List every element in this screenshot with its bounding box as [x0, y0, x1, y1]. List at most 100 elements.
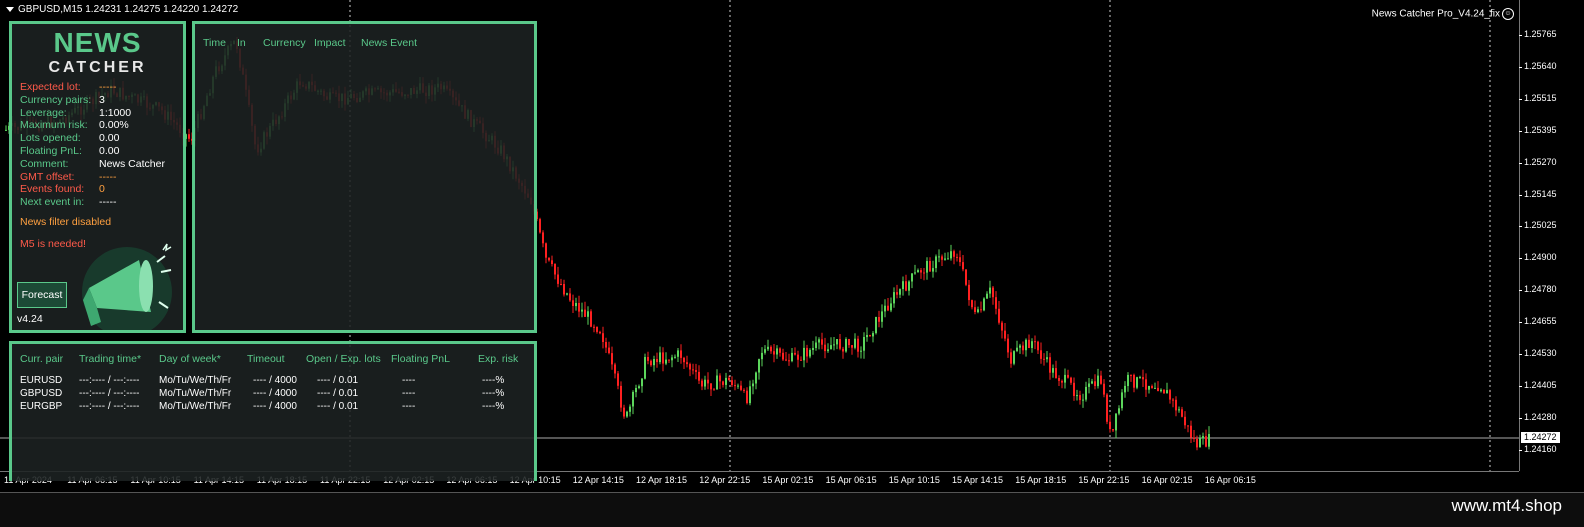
candle-body [1166, 390, 1168, 394]
pairs-cell: GBPUSD [20, 388, 63, 399]
candle-body [1169, 390, 1171, 400]
candle-body [938, 256, 940, 258]
candle-body [749, 386, 751, 404]
candle-body [965, 269, 967, 285]
candle-body [1181, 409, 1183, 417]
candle-body [929, 261, 931, 272]
candle-body [695, 370, 697, 372]
status-row-label: GMT offset: [20, 170, 75, 183]
candle-body [593, 326, 595, 328]
candle-body [839, 339, 841, 349]
price-tick-label: 1.24780 [1519, 284, 1557, 295]
status-row-value: 0.00 [99, 132, 120, 145]
candle-body [743, 389, 745, 391]
dropdown-triangle-icon[interactable] [6, 6, 14, 12]
candle-body [875, 317, 877, 334]
status-row-value: 0.00% [99, 119, 129, 132]
symbol-quote-text: GBPUSD,M15 1.24231 1.24275 1.24220 1.242… [18, 4, 239, 15]
status-row-value: 1:1000 [99, 106, 132, 119]
candle-body [956, 256, 958, 258]
candle-body [581, 309, 583, 312]
time-tick-label: 15 Apr 18:15 [1015, 475, 1067, 485]
candle-body [863, 337, 865, 351]
candle-body [911, 273, 913, 282]
status-row-label: Leverage: [20, 106, 67, 119]
version-label: v4.24 [17, 313, 43, 325]
status-row-label: Next event in: [20, 196, 85, 209]
status-row-label: Maximum risk: [20, 119, 88, 132]
candle-body [998, 308, 1000, 323]
candle-body [188, 134, 190, 139]
candle-body [1196, 439, 1198, 448]
price-tick-label: 1.24280 [1519, 411, 1557, 422]
candle-body [1091, 381, 1093, 384]
candle-body [1172, 399, 1174, 401]
candle-body [632, 392, 634, 407]
candle-body [1133, 374, 1135, 388]
status-row-value: ----- [99, 170, 117, 183]
candle-body [1118, 408, 1120, 414]
time-tick-label: 12 Apr 18:15 [636, 475, 688, 485]
candle-body [887, 305, 889, 311]
candle-body [692, 369, 694, 371]
candle-body [1058, 378, 1060, 381]
candle-body [782, 352, 784, 360]
candle-body [680, 350, 682, 358]
candle-body [1154, 387, 1156, 389]
logo-news-text: NEWS [53, 27, 142, 58]
candle-body [704, 379, 706, 387]
price-axis[interactable]: 1.25765 1.25640 1.25515 1.25395 1.25270 1.251… [1519, 0, 1584, 471]
candle-body [596, 327, 598, 332]
candle-body [617, 373, 619, 386]
candle-body [767, 346, 769, 350]
news-header-in: In [237, 37, 246, 49]
candle-body [710, 383, 712, 390]
candle-body [854, 338, 856, 348]
candle-body [896, 292, 898, 295]
candle-body [1142, 377, 1144, 380]
smiley-icon[interactable]: ☺ [1502, 8, 1514, 20]
candle-body [923, 272, 925, 274]
candle-body [845, 339, 847, 352]
candle-body [944, 258, 946, 260]
status-row-value: 3 [99, 93, 105, 106]
candle-body [719, 375, 721, 382]
candle-body [1046, 357, 1048, 360]
chart-window[interactable]: GBPUSD,M15 1.24231 1.24275 1.24220 1.242… [0, 0, 1584, 493]
time-tick-label: 16 Apr 02:15 [1141, 475, 1193, 485]
price-tick-label: 1.24900 [1519, 252, 1557, 263]
current-price-label: 1.24272 [1521, 432, 1560, 443]
pairs-header-pnl: Floating PnL [391, 353, 450, 365]
pairs-cell: ---- / 4000 [253, 388, 297, 399]
candle-body [824, 344, 826, 352]
status-row: Next event in: ----- [20, 196, 116, 208]
status-row-label: Expected lot: [20, 81, 81, 93]
candle-body [1031, 341, 1033, 348]
candle-body [755, 372, 757, 384]
candle-body [1040, 350, 1042, 359]
candle-body [1085, 386, 1087, 400]
candle-body [872, 333, 874, 337]
candle-body [1064, 374, 1066, 383]
pairs-cell: ---- / 4000 [253, 375, 297, 386]
candle-body [1145, 379, 1147, 390]
candle-body [557, 274, 559, 284]
price-tick-label: 1.25025 [1519, 220, 1557, 231]
candle-body [833, 344, 835, 346]
forecast-button[interactable]: Forecast [17, 282, 67, 308]
candle-body [821, 339, 823, 345]
pairs-cell: ---- / 4000 [253, 401, 297, 412]
candle-body [935, 256, 937, 269]
pairs-cell: ---- [402, 388, 416, 399]
candle-body [989, 287, 991, 294]
candle-body [587, 311, 589, 317]
candle-body [1184, 416, 1186, 426]
watermark-url: www.mt4.shop [1451, 496, 1562, 515]
candle-body [806, 347, 808, 357]
candle-body [641, 378, 643, 387]
pairs-cell: EURGBP [20, 401, 63, 412]
candle-body [914, 272, 916, 274]
candle-body [1037, 341, 1039, 351]
candle-body [878, 317, 880, 322]
candle-body [773, 351, 775, 355]
